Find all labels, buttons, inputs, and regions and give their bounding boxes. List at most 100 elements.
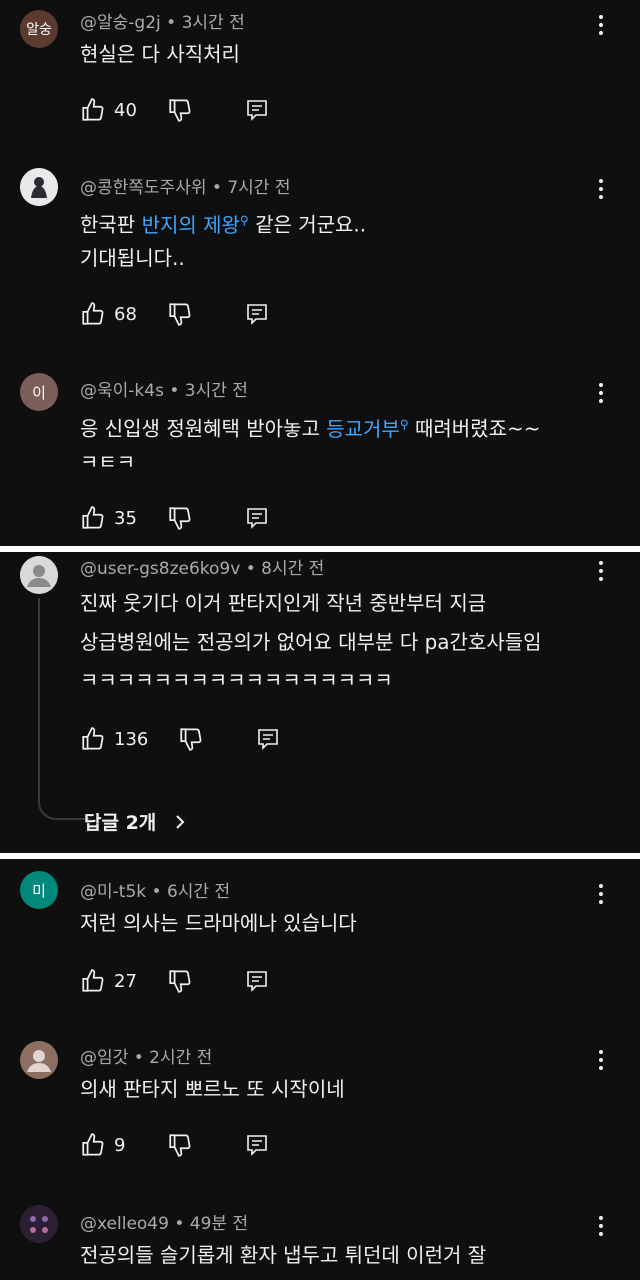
like-count: 136 xyxy=(114,728,149,750)
dislike-button[interactable] xyxy=(167,1132,193,1158)
thumbs-up-icon xyxy=(82,302,104,325)
author-name[interactable]: @user-gs8ze6ko9v xyxy=(80,559,240,579)
comments-screenshot-2: @user-gs8ze6ko9v • 8시간 전 진짜 웃기다 이거 판타지인게… xyxy=(0,552,640,853)
avatar[interactable]: 이 xyxy=(20,373,58,411)
like-count: 40 xyxy=(114,99,137,121)
comment-text: 의새 판타지 뽀르노 또 시작이네 xyxy=(80,1077,345,1101)
reply-button[interactable] xyxy=(256,726,280,752)
author-name[interactable]: @미-t5k xyxy=(80,882,146,902)
reply-button[interactable] xyxy=(245,97,269,123)
like-button[interactable]: 136 xyxy=(80,726,148,752)
like-button[interactable]: 35 xyxy=(80,505,137,531)
thumbs-up-icon xyxy=(82,1133,104,1156)
search-icon: ⚲ xyxy=(239,213,249,227)
more-vert-icon[interactable] xyxy=(594,176,608,204)
comment-text: 기대됩니다.. xyxy=(80,246,185,270)
author-name[interactable]: @임갓 xyxy=(80,1048,128,1068)
avatar[interactable]: 알숭 xyxy=(20,10,58,48)
search-link[interactable]: 반지의 제왕⚲ xyxy=(142,213,249,237)
thumbs-up-icon xyxy=(82,98,104,121)
like-count: 9 xyxy=(114,1134,126,1156)
avatar[interactable] xyxy=(20,168,58,206)
avatar[interactable] xyxy=(20,556,58,594)
avatar[interactable] xyxy=(20,1205,58,1243)
comment-text: 전공의들 슬기롭게 환자 냅두고 튀던데 이런거 잘 xyxy=(80,1243,487,1267)
author-name[interactable]: @알숭-g2j xyxy=(80,13,161,33)
comment-text: 상급병원에는 전공의가 없어요 대부분 다 pa간호사들임 xyxy=(80,630,542,654)
like-count: 27 xyxy=(114,970,137,992)
reply-icon xyxy=(247,971,267,992)
dislike-button[interactable] xyxy=(167,301,193,327)
comment-text: ㅋㅋㅋㅋㅋㅋㅋㅋㅋㅋㅋㅋㅋㅋㅋㅋㅋ xyxy=(80,668,393,692)
avatar[interactable]: 미 xyxy=(20,871,58,909)
more-vert-icon[interactable] xyxy=(594,558,608,586)
default-avatar-icon xyxy=(20,1041,58,1079)
dislike-button[interactable] xyxy=(167,505,193,531)
reply-button[interactable] xyxy=(245,1132,269,1158)
comment-actions: 9 xyxy=(80,1128,269,1162)
comment-time: 2시간 전 xyxy=(149,1048,213,1068)
comments-screenshot-3: 미 @미-t5k • 6시간 전 저런 의사는 드라마에나 있습니다 27 @임… xyxy=(0,859,640,1280)
reply-button[interactable] xyxy=(245,505,269,531)
chevron-right-icon xyxy=(176,815,185,829)
comment-meta: @user-gs8ze6ko9v • 8시간 전 xyxy=(80,554,324,579)
dislike-button[interactable] xyxy=(178,726,204,752)
search-link[interactable]: 등교거부⚲ xyxy=(326,417,408,441)
thumbs-down-icon xyxy=(169,507,191,530)
thumbs-up-icon xyxy=(82,506,104,529)
meta-dot: • xyxy=(245,559,256,579)
like-button[interactable]: 27 xyxy=(80,968,137,994)
comments-screenshot-1: 알숭 @알숭-g2j • 3시간 전 현실은 다 사직처리 40 @콩한쪽도주사… xyxy=(0,0,640,546)
reply-button[interactable] xyxy=(245,301,269,327)
comment-time: 3시간 전 xyxy=(181,13,245,33)
thumbs-down-icon xyxy=(169,1134,191,1157)
more-vert-icon[interactable] xyxy=(594,1213,608,1241)
author-name[interactable]: @xelleo49 xyxy=(80,1214,169,1234)
comment-time: 8시간 전 xyxy=(261,559,325,579)
comment-text: 진짜 웃기다 이거 판타지인게 작년 중반부터 지금 xyxy=(80,591,487,615)
like-button[interactable]: 9 xyxy=(80,1132,125,1158)
like-button[interactable]: 68 xyxy=(80,301,137,327)
meta-dot: • xyxy=(169,381,180,401)
thumbs-down-icon xyxy=(169,970,191,993)
reply-icon xyxy=(258,729,279,750)
reply-icon xyxy=(247,304,267,325)
comment-actions: 136 xyxy=(80,722,280,756)
thumbs-down-icon xyxy=(169,99,191,122)
like-count: 68 xyxy=(114,303,137,325)
dislike-button[interactable] xyxy=(167,968,193,994)
thumbs-down-icon xyxy=(169,303,191,326)
comment-meta: @알숭-g2j • 3시간 전 xyxy=(80,8,245,33)
like-button[interactable]: 40 xyxy=(80,97,137,123)
like-count: 35 xyxy=(114,507,137,529)
comment-meta: @미-t5k • 6시간 전 xyxy=(80,877,230,902)
more-vert-icon[interactable] xyxy=(594,1047,608,1075)
author-name[interactable]: @콩한쪽도주사위 xyxy=(80,178,206,198)
meta-dot: • xyxy=(211,178,222,198)
more-vert-icon[interactable] xyxy=(594,12,608,40)
comment-meta: @임갓 • 2시간 전 xyxy=(80,1043,212,1068)
search-icon: ⚲ xyxy=(399,417,409,431)
view-replies-button[interactable]: 답글 2개 xyxy=(84,808,187,835)
meta-dot: • xyxy=(151,882,162,902)
author-name[interactable]: @욱이-k4s xyxy=(80,381,164,401)
comment-text: ㅋㅌㅋ xyxy=(80,450,136,474)
comment-time: 49분 전 xyxy=(189,1214,249,1234)
comment-text: 저런 의사는 드라마에나 있습니다 xyxy=(80,911,357,935)
default-avatar-icon xyxy=(20,556,58,594)
comment-meta: @xelleo49 • 49분 전 xyxy=(80,1209,248,1234)
dislike-button[interactable] xyxy=(167,97,193,123)
reply-button[interactable] xyxy=(245,968,269,994)
comment-time: 6시간 전 xyxy=(166,882,231,902)
more-vert-icon[interactable] xyxy=(594,881,608,909)
comment-text: 응 신입생 정원혜택 받아놓고 등교거부⚲ 때려버렸죠~~ xyxy=(80,416,541,441)
reply-icon xyxy=(247,1135,268,1156)
avatar-image xyxy=(20,168,58,206)
meta-dot: • xyxy=(166,13,177,33)
avatar[interactable] xyxy=(20,1041,58,1079)
comment-actions: 40 xyxy=(80,93,269,127)
comment-meta: @욱이-k4s • 3시간 전 xyxy=(80,376,248,401)
more-vert-icon[interactable] xyxy=(594,380,608,408)
thumbs-down-icon xyxy=(180,728,202,751)
comment-time: 7시간 전 xyxy=(227,178,291,198)
